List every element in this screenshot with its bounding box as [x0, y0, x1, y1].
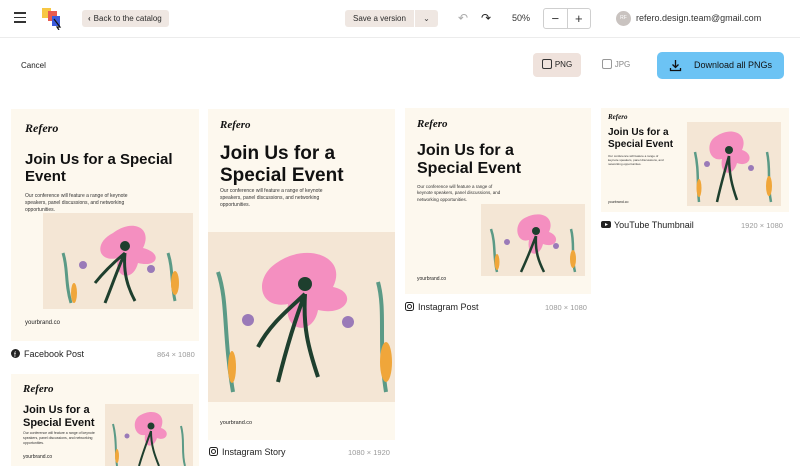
preview-label-youtube: YouTube Thumbnail: [601, 220, 694, 230]
back-label: Back to the catalog: [93, 14, 162, 23]
preview-label-facebook: f Facebook Post: [11, 349, 84, 359]
save-version-group: Save a version ⌄: [345, 10, 438, 27]
svg-text:f: f: [14, 352, 16, 358]
preview-label-instagram-story: Instagram Story: [209, 447, 286, 457]
save-version-button[interactable]: Save a version: [345, 10, 414, 27]
flower-illustration: [208, 232, 395, 402]
design-heading: Join Us for a Special Event: [608, 127, 674, 150]
download-all-label: Download all PNGs: [693, 60, 772, 70]
avatar[interactable]: RF: [616, 11, 631, 26]
chevron-left-icon: ‹: [88, 14, 91, 23]
top-bar: ‹ Back to the catalog Save a version ⌄ ↶ …: [0, 0, 800, 38]
design-heading: Join Us for a Special Event: [417, 142, 522, 178]
download-icon: [669, 60, 682, 72]
brand-logo: Refero: [608, 113, 628, 121]
design-body: Our conference will feature a range of k…: [417, 184, 501, 202]
preview-dimensions: 1080 × 1080: [545, 303, 587, 312]
cancel-button[interactable]: Cancel: [21, 61, 46, 70]
preview-dimensions: 864 × 1080: [157, 350, 195, 359]
flower-illustration: [43, 213, 193, 309]
design-heading: Join Us for a Special Event: [25, 151, 173, 186]
instagram-icon: [405, 302, 414, 311]
preview-instagram-story[interactable]: Refero Join Us for a Special Event Our c…: [208, 109, 395, 440]
youtube-icon: [601, 220, 611, 229]
design-body: Our conference will feature a range of k…: [608, 154, 664, 167]
design-body: Our conference will feature a range of k…: [23, 431, 95, 445]
menu-icon[interactable]: [14, 12, 26, 24]
flower-illustration: [687, 122, 781, 206]
preview-name: Facebook Post: [24, 349, 85, 359]
flower-illustration: [105, 404, 193, 466]
chevron-down-icon: ⌄: [423, 14, 430, 23]
zoom-in-button[interactable]: +: [568, 9, 591, 28]
preview-dimensions: 1080 × 1920: [348, 448, 390, 457]
flower-illustration: [481, 204, 585, 276]
facebook-icon: f: [11, 349, 20, 359]
brand-logo: Refero: [220, 119, 251, 131]
undo-icon[interactable]: ↶: [458, 11, 468, 25]
back-to-catalog-button[interactable]: ‹ Back to the catalog: [82, 10, 169, 27]
design-body: Our conference will feature a range of k…: [25, 193, 128, 213]
format-png-label: PNG: [554, 60, 573, 69]
image-icon: [601, 59, 612, 69]
design-heading: Join Us for a Special Event: [23, 404, 95, 429]
preview-youtube-thumbnail[interactable]: Refero Join Us for a Special Event Our c…: [601, 108, 789, 212]
brand-logo: Refero: [25, 121, 59, 135]
logo-icon[interactable]: [40, 6, 64, 31]
image-icon: [541, 59, 552, 69]
preview-name: Instagram Post: [418, 302, 479, 312]
export-toolbar: Cancel PNG JPG Download all PNGs: [0, 39, 800, 95]
design-url: yourbrand.co: [220, 420, 253, 426]
account-email[interactable]: refero.design.team@gmail.com: [636, 13, 761, 23]
save-version-dropdown[interactable]: ⌄: [413, 10, 438, 27]
preview-facebook-post[interactable]: Refero Join Us for a Special Event Our c…: [11, 109, 199, 341]
preview-label-instagram-post: Instagram Post: [405, 302, 479, 312]
format-jpg-label: JPG: [614, 60, 631, 69]
design-url: yourbrand.co: [608, 200, 629, 204]
format-png-button[interactable]: PNG: [533, 53, 581, 77]
zoom-controls: − +: [543, 8, 591, 29]
download-all-button[interactable]: Download all PNGs: [657, 52, 784, 79]
preview-card-5[interactable]: Refero Join Us for a Special Event Our c…: [11, 374, 199, 466]
design-url: yourbrand.co: [25, 320, 61, 326]
format-jpg-button[interactable]: JPG: [596, 53, 636, 77]
preview-name: YouTube Thumbnail: [614, 220, 694, 230]
preview-instagram-post[interactable]: Refero Join Us for a Special Event Our c…: [405, 108, 591, 294]
design-url: yourbrand.co: [417, 276, 447, 282]
brand-logo: Refero: [23, 383, 54, 395]
brand-logo: Refero: [417, 118, 448, 130]
preview-name: Instagram Story: [222, 447, 286, 457]
design-url: yourbrand.co: [23, 454, 53, 460]
zoom-level: 50%: [512, 13, 531, 23]
design-heading: Join Us for a Special Event: [220, 143, 344, 186]
design-body: Our conference will feature a range of k…: [220, 188, 323, 208]
redo-icon[interactable]: ↷: [481, 11, 491, 25]
zoom-out-button[interactable]: −: [544, 9, 568, 28]
preview-dimensions: 1920 × 1080: [741, 221, 783, 230]
instagram-icon: [209, 447, 218, 456]
